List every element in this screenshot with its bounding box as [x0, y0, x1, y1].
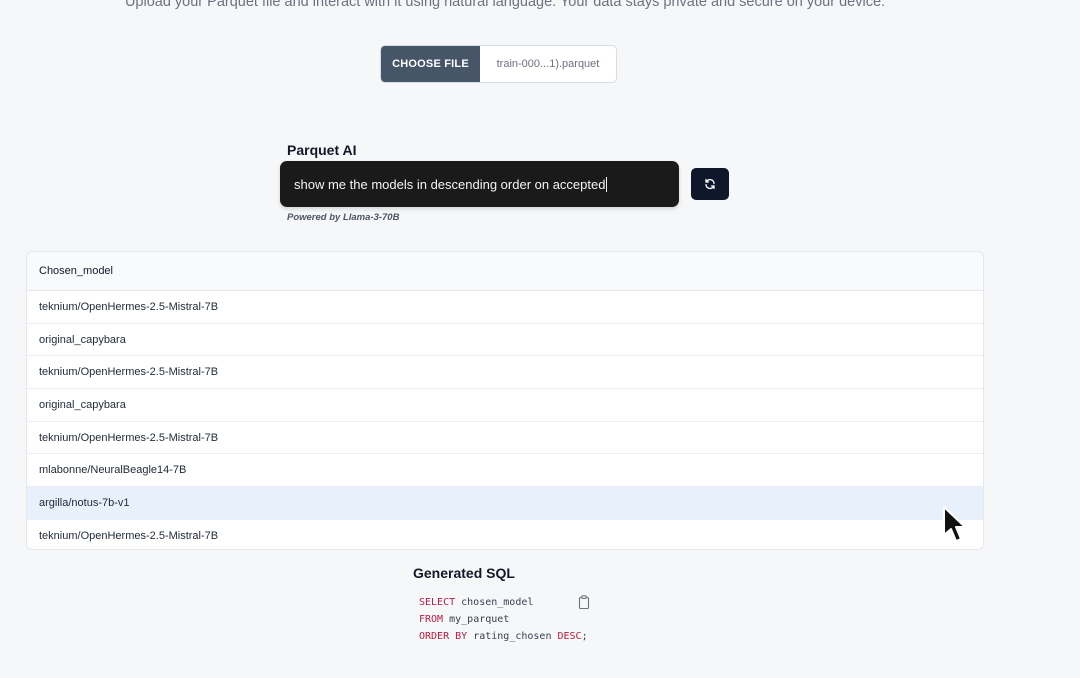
results-table: Chosen_model teknium/OpenHermes-2.5-Mist… [26, 251, 984, 550]
sql-line-3: ORDER BY rating_chosen DESC; [419, 631, 588, 642]
page-subtitle: Upload your Parquet file and interact wi… [124, 0, 886, 10]
sql-code-block: SELECT chosen_model FROM my_parquet ORDE… [419, 594, 588, 645]
text-caret [606, 176, 608, 192]
prompt-input[interactable]: show me the models in descending order o… [280, 161, 679, 207]
table-row[interactable]: teknium/OpenHermes-2.5-Mistral-7B [27, 291, 983, 324]
clipboard-icon[interactable] [578, 595, 590, 609]
table-row[interactable]: mlabonne/NeuralBeagle14-7B [27, 454, 983, 488]
sql-line-2: FROM my_parquet [419, 614, 510, 625]
selected-file-name: train-000...1).parquet [496, 58, 600, 70]
choose-file-button[interactable]: CHOOSE FILE [381, 46, 480, 82]
column-header-chosen-model[interactable]: Chosen_model [27, 252, 983, 291]
table-row[interactable]: teknium/OpenHermes-2.5-Mistral-7B [27, 520, 983, 549]
sql-line-1: SELECT chosen_model [419, 597, 534, 608]
table-row[interactable]: teknium/OpenHermes-2.5-Mistral-7B [27, 422, 983, 455]
mouse-cursor-icon [943, 506, 966, 542]
refresh-icon [705, 178, 715, 190]
file-picker[interactable]: CHOOSE FILE train-000...1).parquet [380, 45, 617, 83]
table-row[interactable]: original_capybara [27, 389, 983, 422]
prompt-text: show me the models in descending order o… [294, 176, 606, 192]
page: Upload your Parquet file and interact wi… [0, 0, 1080, 678]
table-body: teknium/OpenHermes-2.5-Mistral-7B origina… [27, 291, 983, 549]
generated-sql-title: Generated SQL [413, 565, 515, 581]
table-row[interactable]: original_capybara [27, 324, 983, 357]
table-row[interactable]: teknium/OpenHermes-2.5-Mistral-7B [27, 356, 983, 390]
refresh-button[interactable] [691, 168, 729, 200]
ai-section-title: Parquet AI [287, 142, 357, 158]
powered-by-label: Powered by Llama-3-70B [287, 212, 400, 223]
table-row[interactable]: argilla/notus-7b-v1 [27, 487, 983, 520]
